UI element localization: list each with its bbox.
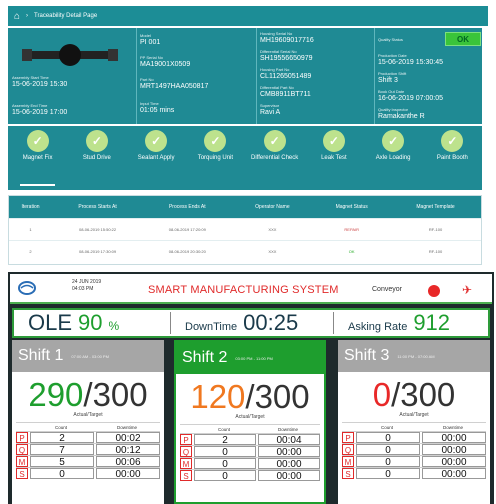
actual-target: 120/300: [190, 378, 310, 415]
diff-part: Differential Part No CMB8911BT711: [260, 85, 311, 98]
shift-card-3[interactable]: Shift 3 11:00 PM - 07:00 AM 0/300 Actual/…: [338, 340, 490, 504]
supervisor: Supervisor Ravi A: [260, 103, 281, 116]
book-out-date: Book Out Date 16-06-2019 07:00:05: [378, 89, 443, 102]
station-axle-loading[interactable]: ✓ Axle Loading: [364, 126, 423, 190]
asking-rate-kpi: Asking Rate 912: [348, 310, 451, 335]
check-icon: ✓: [145, 130, 168, 152]
station-differential-check[interactable]: ✓ Differential Check: [245, 126, 304, 190]
part-no: Part No MRT1497HAA050817: [140, 77, 209, 90]
check-icon: ✓: [204, 130, 227, 152]
shift-stats: Count Downtime P 2 00:04 Q 0 00:00 M 0 00:00 S0…: [180, 424, 320, 482]
detail-card: Assembly Start Time 15-06-2019 15:30 Asse…: [8, 28, 482, 124]
check-icon: ✓: [441, 130, 464, 152]
col-header: Process Ends At: [143, 196, 232, 218]
conveyor-status-indicator: [428, 285, 440, 297]
actual-target: 0/300: [372, 376, 456, 413]
col-header: Magnet Status: [313, 196, 391, 218]
page-title: SMART MANUFACTURING SYSTEM: [148, 284, 339, 296]
shift-stats: Count Downtime P 0 00:00 Q 0 00:00 M 0 00:00 S0…: [342, 422, 486, 480]
check-icon: ✓: [382, 130, 405, 152]
quality-inspector: Quality Inspector Ramakanthe R: [378, 107, 425, 120]
table-row[interactable]: 1 08-06-2019 15:50:22 08-06-2019 17:20:0…: [9, 217, 481, 240]
axle-image: [22, 44, 118, 66]
assembly-start: Assembly Start Time 15-06-2019 15:30: [12, 75, 68, 88]
quality-status-label: Quality Status: [378, 37, 403, 42]
station-magnet-fix[interactable]: ✓ Magnet Fix: [8, 126, 67, 190]
kpi-bar: OLE 90 % DownTime 00:25 Asking Rate 912: [12, 308, 490, 338]
station-leak-test[interactable]: ✓ Leak Test: [304, 126, 363, 190]
check-icon: ✓: [322, 130, 345, 152]
shift-card-1[interactable]: Shift 1 07:00 AM - 03:00 PM 290/300 Actua…: [12, 340, 164, 504]
col-header: Operator Name: [231, 196, 314, 218]
input-time: Input Time 01:05 mins: [140, 101, 175, 114]
station-paint-booth[interactable]: ✓ Paint Booth: [423, 126, 482, 190]
station-torquing-unit[interactable]: ✓ Torquing Unit: [186, 126, 245, 190]
actual-target: 290/300: [28, 376, 148, 413]
breadcrumb: ⌂ › Traceability Detail Page: [8, 6, 488, 26]
check-icon: ✓: [85, 130, 108, 152]
diff-serial: Differential Serial No SH19556650979: [260, 49, 313, 62]
housing-serial: Housing Serial No MH19609017716: [260, 31, 314, 44]
col-header: Magnet Template: [390, 196, 481, 218]
shift-card-2[interactable]: Shift 2 03:00 PM - 11:00 PM 120/300 Actua…: [174, 340, 326, 504]
production-date: Production Date 15-06-2019 15:30:45: [378, 53, 443, 66]
ole-kpi: OLE 90 %: [28, 310, 120, 335]
col-header: Process Starts At: [51, 196, 144, 218]
serial: PP Serial No MA19001X0509: [140, 55, 191, 68]
iteration-table: Iteration Process Starts At Process Ends…: [8, 195, 482, 265]
station-stepper: ✓ Magnet Fix ✓ Stud Drive ✓ Sealant Apply ✓…: [8, 126, 482, 190]
shift-stats: Count Downtime P 2 00:02 Q 7 00:12 M 5 00:06 S0…: [16, 422, 160, 480]
production-shift: Production Shift Shift 3: [378, 71, 407, 84]
shift-header: Shift 1 07:00 AM - 03:00 PM: [12, 340, 164, 372]
check-icon: ✓: [26, 130, 49, 152]
home-icon[interactable]: ⌂: [14, 11, 20, 22]
quality-ok-badge: OK: [445, 32, 481, 46]
chevron-right-icon: ›: [26, 13, 29, 19]
bird-icon: ✈: [462, 283, 473, 297]
shift-header: Shift 2 03:00 PM - 11:00 PM: [176, 342, 324, 374]
station-stud-drive[interactable]: ✓ Stud Drive: [67, 126, 126, 190]
housing-part: Housing Part No CL11265051489: [260, 67, 312, 80]
model: Model PI 001: [140, 33, 161, 46]
datetime: 24 JUN 2019 04:03 PM: [72, 279, 102, 292]
downtime-kpi: DownTime 00:25: [185, 310, 299, 335]
shift-header: Shift 3 11:00 PM - 07:00 AM: [338, 340, 490, 372]
breadcrumb-label: Traceability Detail Page: [34, 13, 98, 19]
assembly-end: Assembly End Time 15-06-2019 17:00: [12, 103, 68, 116]
conveyor-label: Conveyor: [372, 286, 402, 293]
col-header: Iteration: [9, 196, 52, 218]
check-icon: ✓: [263, 130, 286, 152]
table-row[interactable]: 2 08-06-2019 17:30:09 08-06-2019 20:30:2…: [9, 239, 481, 262]
station-sealant-apply[interactable]: ✓ Sealant Apply: [127, 126, 186, 190]
company-logo: [18, 281, 36, 295]
